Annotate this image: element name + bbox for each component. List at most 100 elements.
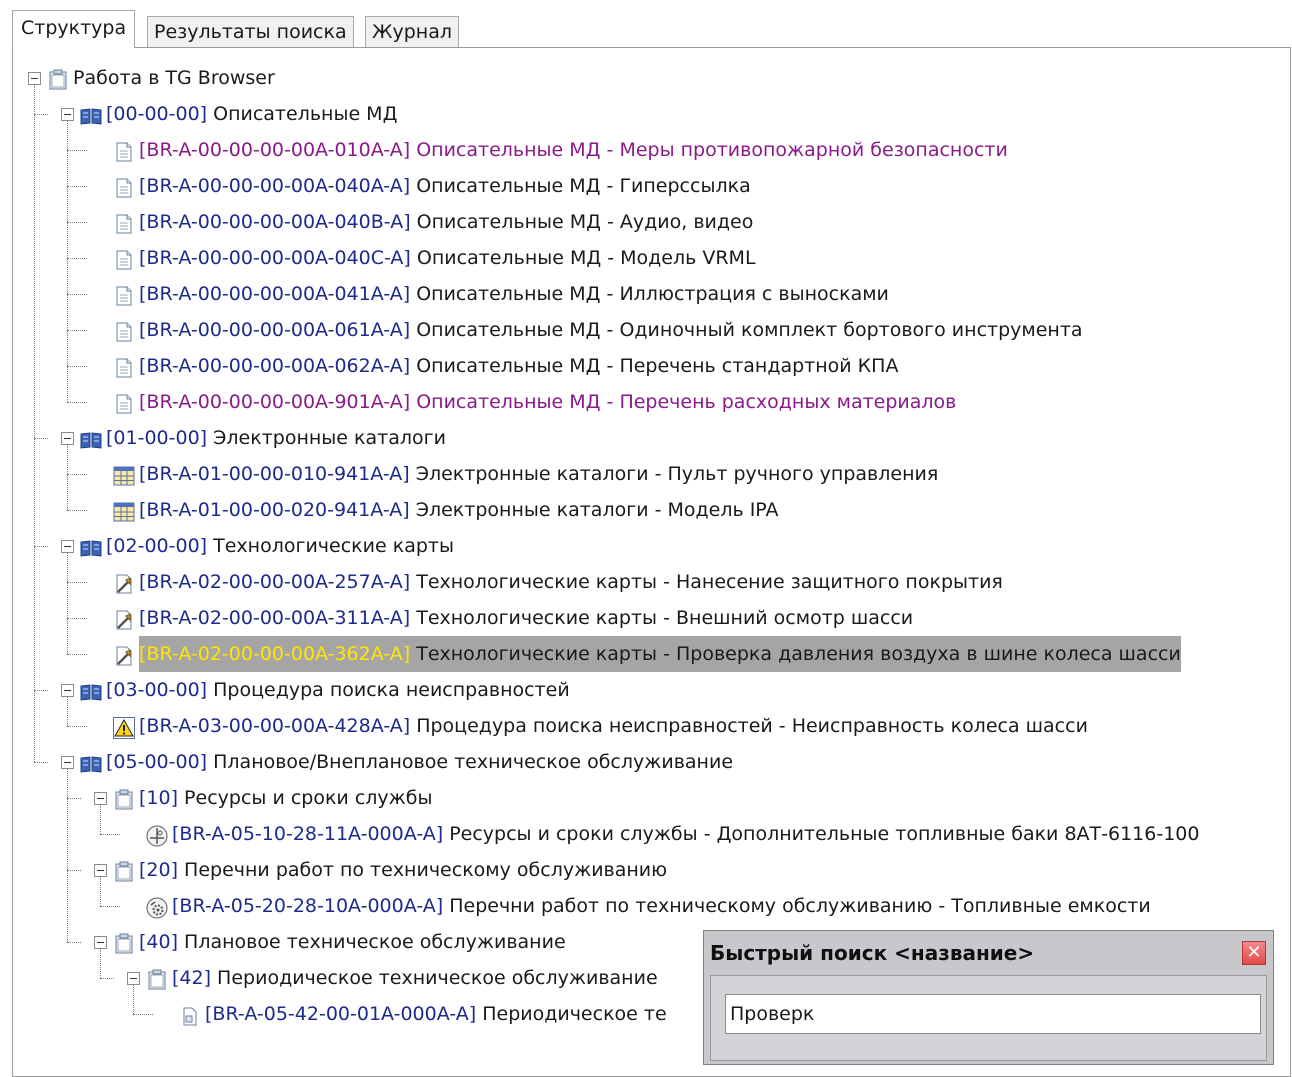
tree-node-folder[interactable]: [01-00-00] Электронные каталоги: [61, 420, 446, 456]
tree-node-item[interactable]: [BR-A-00-00-00-00A-010A-A] Описательные …: [94, 132, 1008, 168]
tree-node-label: [BR-A-03-00-00-00A-428A-A] Процедура пои…: [139, 708, 1088, 744]
tree-node-folder[interactable]: [40] Плановое техническое обслуживание: [94, 924, 566, 960]
tree-node-item[interactable]: [BR-A-00-00-00-00A-061A-A] Описательные …: [94, 312, 1083, 348]
collapse-toggle-icon[interactable]: [61, 683, 74, 697]
document-code: [00-00-00]: [106, 103, 208, 125]
tree-connector: [34, 762, 48, 763]
tree-node-item[interactable]: [BR-A-00-00-00-00A-062A-A] Описательные …: [94, 348, 898, 384]
tree-node-item[interactable]: [BR-A-00-00-00-00A-901A-A] Описательные …: [94, 384, 956, 420]
tree-node-item[interactable]: [BR-A-02-00-00-00A-257A-A] Технологическ…: [94, 564, 1003, 600]
tree-node-folder[interactable]: Работа в TG Browser: [28, 60, 275, 96]
document-title: Периодическое техническое обслуживание: [211, 967, 658, 989]
document-title: Плановое техническое обслуживание: [178, 931, 566, 953]
tree-node-label: [10] Ресурсы и сроки службы: [139, 780, 433, 816]
procedure-icon: [113, 607, 135, 630]
document-code: [BR-A-00-00-00-00A-062A-A]: [139, 355, 411, 377]
document-icon: [113, 175, 135, 198]
tree-node-item[interactable]: [BR-A-05-42-00-01A-000A-A] Периодическое…: [160, 996, 667, 1032]
tree-connector: [67, 870, 81, 871]
document-icon: [113, 139, 135, 162]
document-title: Описательные МД - Перечень расходных мат…: [410, 391, 957, 413]
document-code: [20]: [139, 859, 179, 881]
document-title: Работа в TG Browser: [73, 67, 275, 89]
tree-node-label: [BR-A-05-42-00-01A-000A-A] Периодическое…: [205, 996, 667, 1032]
collapse-toggle-icon[interactable]: [94, 863, 107, 877]
document-title: Электронные каталоги - Модель IPA: [409, 499, 779, 521]
tree-node-label: [BR-A-01-00-00-010-941A-A] Электронные к…: [139, 456, 938, 492]
document-title: Ресурсы и сроки службы - Дополнительные …: [443, 823, 1200, 845]
tree-connector: [67, 798, 81, 799]
tree-connector: [67, 618, 87, 619]
book-icon: [80, 679, 102, 701]
collapse-toggle-icon[interactable]: [61, 431, 74, 445]
book-icon: [80, 103, 102, 125]
tree-connector: [34, 438, 48, 439]
collapse-toggle-icon[interactable]: [61, 539, 74, 553]
collapse-toggle-icon[interactable]: [94, 935, 107, 949]
tree-connector: [67, 366, 87, 367]
tree-node-item[interactable]: [BR-A-00-00-00-00A-041A-A] Описательные …: [94, 276, 889, 312]
tree-node-label: [20] Перечни работ по техническому обслу…: [139, 852, 667, 888]
book-icon: [80, 427, 102, 449]
tree-node-label: [BR-A-00-00-00-00A-010A-A] Описательные …: [139, 132, 1008, 168]
tree-node-folder[interactable]: [00-00-00] Описательные МД: [61, 96, 397, 132]
tree-node-label: [BR-A-00-00-00-00A-040C-A] Описательные …: [139, 240, 756, 276]
tree-node-item[interactable]: [BR-A-01-00-00-010-941A-A] Электронные к…: [94, 456, 938, 492]
tree-node-folder[interactable]: [02-00-00] Технологические карты: [61, 528, 454, 564]
tree-connector: [34, 114, 48, 115]
tree-connector: [67, 726, 87, 727]
tree-node-label: [BR-A-02-00-00-00A-257A-A] Технологическ…: [139, 564, 1003, 600]
tree-node-item[interactable]: [BR-A-05-10-28-11A-000A-A] Ресурсы и сро…: [127, 816, 1199, 852]
tree-node-folder[interactable]: [10] Ресурсы и сроки службы: [94, 780, 433, 816]
document-code: [BR-A-05-20-28-10A-000A-A]: [172, 895, 444, 917]
document-title: Описательные МД - Одиночный комплект бор…: [410, 319, 1083, 341]
tree-node-item[interactable]: [BR-A-00-00-00-00A-040C-A] Описательные …: [94, 240, 756, 276]
tree-connector: [100, 834, 120, 835]
document-title: Ресурсы и сроки службы: [178, 787, 433, 809]
tree-node-folder[interactable]: [05-00-00] Плановое/Внеплановое техничес…: [61, 744, 733, 780]
quick-search-body: [710, 975, 1267, 1061]
document-icon: [113, 283, 135, 306]
tree-node-item[interactable]: [BR-A-03-00-00-00A-428A-A] Процедура пои…: [94, 708, 1088, 744]
collapse-toggle-icon[interactable]: [61, 107, 74, 121]
close-icon[interactable]: ✕: [1242, 941, 1266, 965]
tree-node-label: [BR-A-00-00-00-00A-061A-A] Описательные …: [139, 312, 1083, 348]
tree-node-label: [40] Плановое техническое обслуживание: [139, 924, 566, 960]
document-icon: [113, 211, 135, 234]
tree-connector: [67, 474, 87, 475]
structure-tree[interactable]: Работа в TG Browser [00-00-00] Описательн…: [13, 48, 1290, 1076]
tree-node-label: Работа в TG Browser: [73, 60, 275, 96]
tree-node-folder[interactable]: [42] Периодическое техническое обслужива…: [127, 960, 658, 996]
tree-node-label: [00-00-00] Описательные МД: [106, 96, 397, 132]
collapse-toggle-icon[interactable]: [61, 755, 74, 769]
collapse-toggle-icon[interactable]: [94, 791, 107, 805]
tree-node-item[interactable]: [BR-A-02-00-00-00A-362A-A] Технологическ…: [94, 636, 1181, 672]
tree-node-label: [BR-A-05-20-28-10A-000A-A] Перечни работ…: [172, 888, 1151, 924]
tree-node-item[interactable]: [BR-A-00-00-00-00A-040A-A] Описательные …: [94, 168, 751, 204]
document-code: [01-00-00]: [106, 427, 208, 449]
quick-search-title: Быстрый поиск <название>: [710, 941, 1035, 965]
document-icon: [113, 247, 135, 270]
procedure-icon: [113, 571, 135, 594]
collapse-toggle-icon[interactable]: [127, 971, 140, 985]
tree-node-item[interactable]: [BR-A-05-20-28-10A-000A-A] Перечни работ…: [127, 888, 1151, 924]
tree-node-folder[interactable]: [20] Перечни работ по техническому обслу…: [94, 852, 667, 888]
quick-search-input[interactable]: [725, 994, 1261, 1034]
tree-node-label: [BR-A-00-00-00-00A-901A-A] Описательные …: [139, 384, 956, 420]
tree-connector: [100, 978, 114, 979]
tree-node-folder[interactable]: [03-00-00] Процедура поиска неисправност…: [61, 672, 570, 708]
tree-connector: [67, 222, 87, 223]
tree-node-label: [BR-A-00-00-00-00A-041A-A] Описательные …: [139, 276, 889, 312]
document-title: Перечни работ по техническому обслуживан…: [178, 859, 668, 881]
document-code: [BR-A-00-00-00-00A-010A-A]: [139, 139, 411, 161]
tab-journal[interactable]: Журнал: [365, 16, 459, 47]
tree-connector: [67, 330, 87, 331]
tree-node-item[interactable]: [BR-A-02-00-00-00A-311A-A] Технологическ…: [94, 600, 913, 636]
collapse-toggle-icon[interactable]: [28, 71, 41, 85]
tab-search-results[interactable]: Результаты поиска: [147, 16, 354, 47]
tree-node-label: [BR-A-02-00-00-00A-362A-A] Технологическ…: [139, 636, 1181, 672]
tab-structure[interactable]: Структура: [12, 10, 136, 48]
tree-node-item[interactable]: [BR-A-01-00-00-020-941A-A] Электронные к…: [94, 492, 779, 528]
tree-connector: [67, 258, 87, 259]
tree-node-item[interactable]: [BR-A-00-00-00-00A-040B-A] Описательные …: [94, 204, 753, 240]
